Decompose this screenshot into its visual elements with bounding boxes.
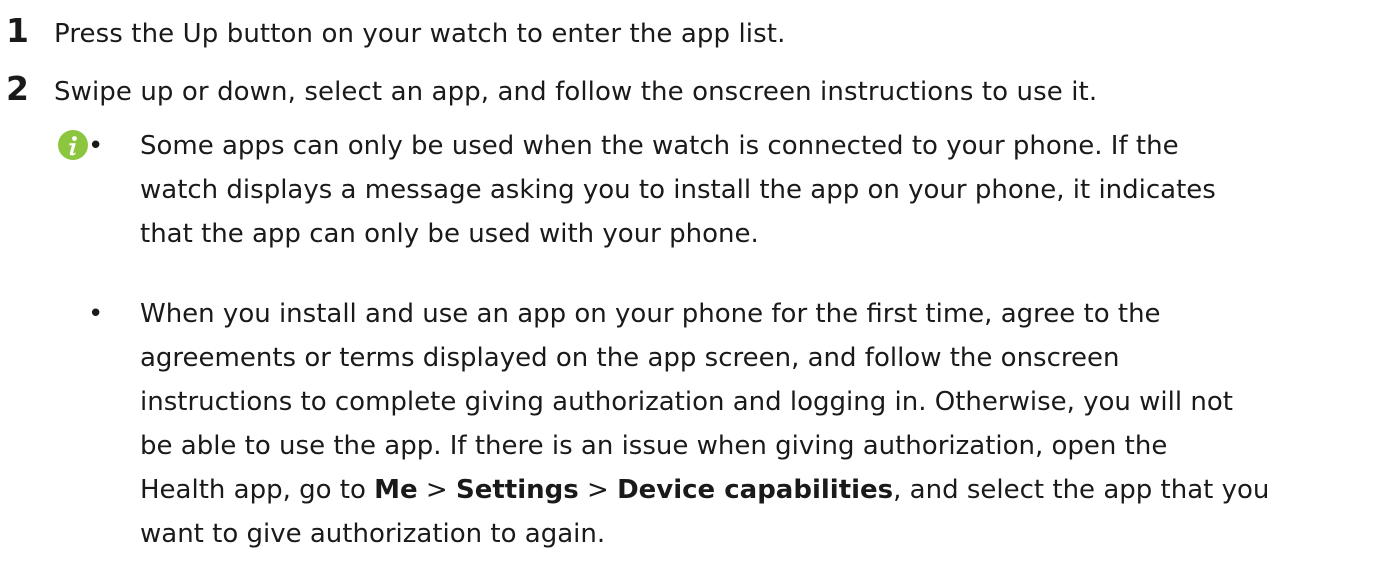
bullet-line: When you install and use an app on your … (140, 299, 1161, 329)
bullet-dot: • (88, 299, 104, 329)
step-number: 1 (6, 11, 29, 50)
step-1: 1 Press the Up button on your watch to e… (0, 11, 785, 50)
step-number: 2 (6, 69, 29, 108)
menu-settings: Settings (456, 475, 579, 505)
path-separator: > (417, 475, 456, 505)
bullet-text: Some apps can only be used when the watc… (140, 124, 1390, 256)
menu-me: Me (374, 475, 418, 505)
bullet-line: Some apps can only be used when the watc… (140, 131, 1179, 161)
path-separator: > (578, 475, 618, 505)
bullet-line: watch displays a message asking you to i… (140, 175, 1216, 205)
path-prefix: Health app, go to (140, 475, 375, 505)
step-2: 2 Swipe up or down, select an app, and f… (0, 69, 1097, 108)
bullet-line: instructions to complete giving authoriz… (140, 387, 1233, 417)
bullet-line: agreements or terms displayed on the app… (140, 343, 1120, 373)
step-text: Press the Up button on your watch to ent… (54, 19, 786, 49)
bullet-text: When you install and use an app on your … (140, 292, 1390, 556)
bullet-line: be able to use the app. If there is an i… (140, 431, 1168, 461)
menu-device-capabilities: Device capabilities (617, 475, 894, 505)
bullet-dot: • (88, 131, 104, 161)
step-text: Swipe up or down, select an app, and fol… (54, 77, 1098, 107)
info-icon (58, 130, 88, 160)
bullet-line: want to give authorization to again. (140, 519, 606, 549)
path-suffix: , and select the app that you (893, 475, 1270, 505)
bullet-line: that the app can only be used with your … (140, 219, 759, 249)
bullet-line-path: Health app, go to Me > Settings > Device… (140, 468, 1390, 512)
